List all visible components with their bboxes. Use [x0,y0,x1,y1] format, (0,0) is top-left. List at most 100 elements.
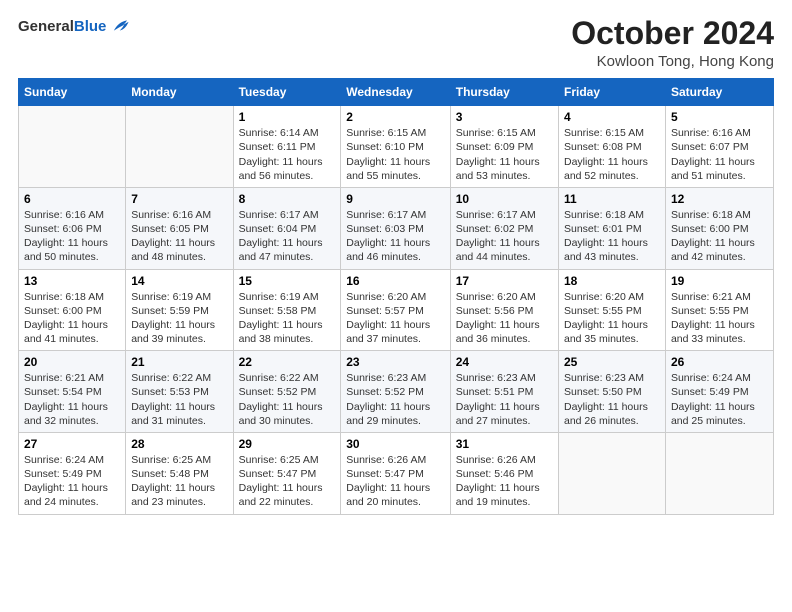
calendar-cell: 7 Sunrise: 6:16 AMSunset: 6:05 PMDaylight… [126,187,233,269]
day-info: Sunrise: 6:22 AMSunset: 5:53 PMDaylight:… [131,371,227,428]
day-info: Sunrise: 6:23 AMSunset: 5:51 PMDaylight:… [456,371,553,428]
day-number: 5 [671,110,768,124]
day-number: 10 [456,192,553,206]
day-info: Sunrise: 6:23 AMSunset: 5:52 PMDaylight:… [346,371,444,428]
day-number: 31 [456,437,553,451]
day-info: Sunrise: 6:26 AMSunset: 5:46 PMDaylight:… [456,453,553,510]
calendar-week-row: 1 Sunrise: 6:14 AMSunset: 6:11 PMDaylight… [19,106,774,188]
calendar-cell [19,106,126,188]
month-title: October 2024 [571,16,774,51]
day-info: Sunrise: 6:14 AMSunset: 6:11 PMDaylight:… [239,126,336,183]
day-number: 19 [671,274,768,288]
day-info: Sunrise: 6:18 AMSunset: 6:01 PMDaylight:… [564,208,660,265]
day-number: 11 [564,192,660,206]
calendar-cell: 19 Sunrise: 6:21 AMSunset: 5:55 PMDayligh… [665,269,773,351]
day-info: Sunrise: 6:20 AMSunset: 5:55 PMDaylight:… [564,290,660,347]
day-info: Sunrise: 6:21 AMSunset: 5:55 PMDaylight:… [671,290,768,347]
calendar-table: SundayMondayTuesdayWednesdayThursdayFrid… [18,78,774,514]
calendar-cell: 2Sunrise: 6:15 AMSunset: 6:10 PMDaylight… [341,106,450,188]
calendar-cell: 25Sunrise: 6:23 AMSunset: 5:50 PMDayligh… [558,351,665,433]
day-info: Sunrise: 6:15 AMSunset: 6:08 PMDaylight:… [564,126,660,183]
calendar-cell: 16 Sunrise: 6:20 AMSunset: 5:57 PMDayligh… [341,269,450,351]
calendar-cell: 23 Sunrise: 6:23 AMSunset: 5:52 PMDayligh… [341,351,450,433]
calendar-cell: 8 Sunrise: 6:17 AMSunset: 6:04 PMDaylight… [233,187,341,269]
day-number: 20 [24,355,120,369]
calendar-cell: 18 Sunrise: 6:20 AMSunset: 5:55 PMDayligh… [558,269,665,351]
day-number: 28 [131,437,227,451]
day-info: Sunrise: 6:24 AMSunset: 5:49 PMDaylight:… [671,371,768,428]
calendar-cell: 31 Sunrise: 6:26 AMSunset: 5:46 PMDayligh… [450,432,558,514]
day-number: 12 [671,192,768,206]
calendar-cell: 6Sunrise: 6:16 AMSunset: 6:06 PMDaylight… [19,187,126,269]
day-number: 30 [346,437,444,451]
day-number: 24 [456,355,553,369]
weekday-header-wednesday: Wednesday [341,79,450,106]
calendar-cell: 12 Sunrise: 6:18 AMSunset: 6:00 PMDayligh… [665,187,773,269]
day-number: 18 [564,274,660,288]
calendar-cell: 20 Sunrise: 6:21 AMSunset: 5:54 PMDayligh… [19,351,126,433]
weekday-header-friday: Friday [558,79,665,106]
day-number: 17 [456,274,553,288]
calendar-week-row: 20 Sunrise: 6:21 AMSunset: 5:54 PMDayligh… [19,351,774,433]
day-info: Sunrise: 6:17 AMSunset: 6:04 PMDaylight:… [239,208,336,265]
location: Kowloon Tong, Hong Kong [571,53,774,70]
calendar-cell: 14Sunrise: 6:19 AMSunset: 5:59 PMDayligh… [126,269,233,351]
day-info: Sunrise: 6:24 AMSunset: 5:49 PMDaylight:… [24,453,120,510]
logo-blue: Blue [74,18,107,35]
calendar-cell [665,432,773,514]
weekday-header-monday: Monday [126,79,233,106]
calendar-cell: 28 Sunrise: 6:25 AMSunset: 5:48 PMDayligh… [126,432,233,514]
weekday-header-tuesday: Tuesday [233,79,341,106]
weekday-header-sunday: Sunday [19,79,126,106]
day-info: Sunrise: 6:20 AMSunset: 5:57 PMDaylight:… [346,290,444,347]
day-number: 8 [239,192,336,206]
day-info: Sunrise: 6:18 AMSunset: 6:00 PMDaylight:… [671,208,768,265]
day-number: 25 [564,355,660,369]
calendar-cell: 24 Sunrise: 6:23 AMSunset: 5:51 PMDayligh… [450,351,558,433]
calendar-cell: 13 Sunrise: 6:18 AMSunset: 6:00 PMDayligh… [19,269,126,351]
day-number: 1 [239,110,336,124]
calendar-cell: 9Sunrise: 6:17 AMSunset: 6:03 PMDaylight… [341,187,450,269]
day-info: Sunrise: 6:16 AMSunset: 6:07 PMDaylight:… [671,126,768,183]
day-info: Sunrise: 6:19 AMSunset: 5:58 PMDaylight:… [239,290,336,347]
logo: GeneralBlue [18,16,130,38]
day-number: 13 [24,274,120,288]
day-info: Sunrise: 6:15 AMSunset: 6:09 PMDaylight:… [456,126,553,183]
day-info: Sunrise: 6:16 AMSunset: 6:05 PMDaylight:… [131,208,227,265]
day-info: Sunrise: 6:26 AMSunset: 5:47 PMDaylight:… [346,453,444,510]
day-number: 22 [239,355,336,369]
day-info: Sunrise: 6:25 AMSunset: 5:48 PMDaylight:… [131,453,227,510]
day-number: 16 [346,274,444,288]
calendar-cell: 10 Sunrise: 6:17 AMSunset: 6:02 PMDayligh… [450,187,558,269]
day-info: Sunrise: 6:17 AMSunset: 6:02 PMDaylight:… [456,208,553,265]
calendar-cell: 1 Sunrise: 6:14 AMSunset: 6:11 PMDaylight… [233,106,341,188]
day-info: Sunrise: 6:25 AMSunset: 5:47 PMDaylight:… [239,453,336,510]
day-info: Sunrise: 6:17 AMSunset: 6:03 PMDaylight:… [346,208,444,265]
weekday-header-row: SundayMondayTuesdayWednesdayThursdayFrid… [19,79,774,106]
weekday-header-saturday: Saturday [665,79,773,106]
logo-bird-icon [108,16,130,38]
calendar-cell: 15 Sunrise: 6:19 AMSunset: 5:58 PMDayligh… [233,269,341,351]
calendar-cell: 5 Sunrise: 6:16 AMSunset: 6:07 PMDaylight… [665,106,773,188]
logo-general: General [18,18,74,35]
calendar-week-row: 6Sunrise: 6:16 AMSunset: 6:06 PMDaylight… [19,187,774,269]
day-number: 27 [24,437,120,451]
title-area: October 2024 Kowloon Tong, Hong Kong [571,16,774,70]
day-number: 2 [346,110,444,124]
day-number: 29 [239,437,336,451]
day-info: Sunrise: 6:18 AMSunset: 6:00 PMDaylight:… [24,290,120,347]
day-number: 7 [131,192,227,206]
day-number: 26 [671,355,768,369]
day-number: 14 [131,274,227,288]
day-number: 15 [239,274,336,288]
day-number: 6 [24,192,120,206]
calendar-week-row: 27 Sunrise: 6:24 AMSunset: 5:49 PMDayligh… [19,432,774,514]
day-info: Sunrise: 6:21 AMSunset: 5:54 PMDaylight:… [24,371,120,428]
calendar-cell: 27 Sunrise: 6:24 AMSunset: 5:49 PMDayligh… [19,432,126,514]
day-info: Sunrise: 6:20 AMSunset: 5:56 PMDaylight:… [456,290,553,347]
page-header: GeneralBlue October 2024 Kowloon Tong, H… [18,16,774,70]
day-number: 23 [346,355,444,369]
calendar-week-row: 13 Sunrise: 6:18 AMSunset: 6:00 PMDayligh… [19,269,774,351]
calendar-cell: 30 Sunrise: 6:26 AMSunset: 5:47 PMDayligh… [341,432,450,514]
calendar-cell: 29 Sunrise: 6:25 AMSunset: 5:47 PMDayligh… [233,432,341,514]
